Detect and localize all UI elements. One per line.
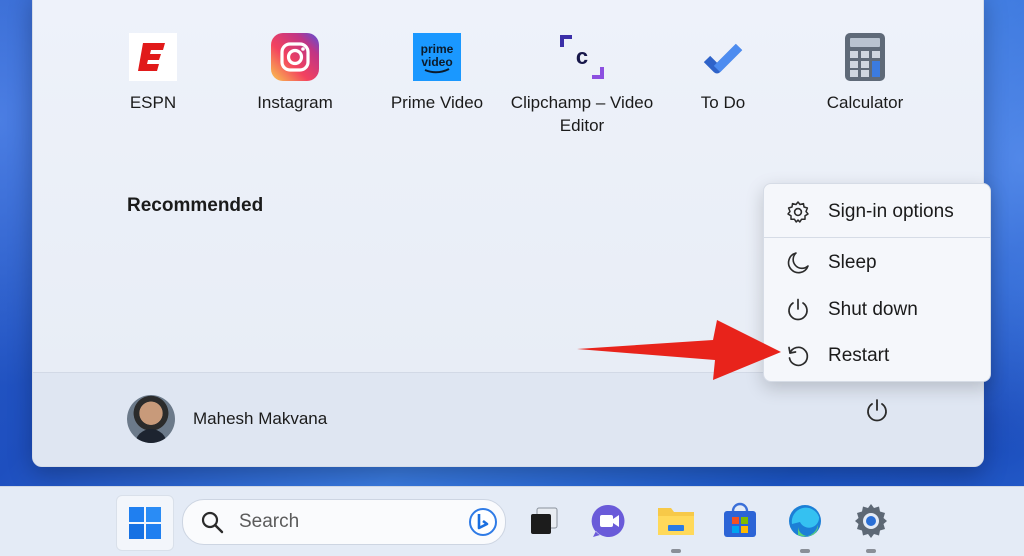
- settings-icon: [855, 504, 887, 538]
- pinned-app-espn[interactable]: ESPN: [83, 33, 223, 114]
- meet-icon: [591, 504, 625, 537]
- gear-icon: [784, 198, 812, 226]
- clipchamp-icon: c: [558, 33, 606, 81]
- running-indicator: [671, 549, 681, 553]
- power-options-menu: Sign-in options Sleep Shut down Restart: [763, 183, 991, 382]
- menu-item-label: Restart: [828, 345, 890, 366]
- prime-video-icon-text-2: video: [421, 55, 452, 69]
- restart-menu-item[interactable]: Restart: [764, 334, 990, 378]
- windows-icon: [129, 507, 161, 539]
- espn-icon: [129, 33, 177, 81]
- menu-item-label: Sleep: [828, 252, 877, 273]
- instagram-icon: [271, 33, 319, 81]
- user-account-button[interactable]: Mahesh Makvana: [127, 395, 327, 443]
- store-button[interactable]: [716, 497, 764, 545]
- pinned-app-instagram[interactable]: Instagram: [225, 33, 365, 114]
- settings-button[interactable]: [847, 497, 895, 553]
- restart-icon: [784, 342, 812, 370]
- meet-button[interactable]: [585, 497, 633, 545]
- sign-in-options-menu-item[interactable]: Sign-in options: [764, 190, 990, 234]
- prime-video-icon: prime video: [413, 33, 461, 81]
- search-input[interactable]: [237, 510, 451, 534]
- pinned-app-calculator[interactable]: Calculator: [795, 33, 935, 114]
- running-indicator: [800, 549, 810, 553]
- power-icon: [867, 399, 887, 422]
- task-view-icon: [531, 507, 558, 534]
- running-indicator: [866, 549, 876, 553]
- store-icon: [724, 502, 756, 537]
- pinned-app-prime-video[interactable]: prime video Prime Video: [367, 33, 507, 114]
- taskbar: [0, 486, 1024, 556]
- calculator-icon: [841, 33, 889, 81]
- moon-icon: [784, 249, 812, 277]
- sleep-menu-item[interactable]: Sleep: [764, 241, 990, 285]
- avatar: [127, 395, 175, 443]
- app-label: ESPN: [129, 93, 177, 112]
- app-label: Prime Video: [390, 93, 484, 112]
- edge-button[interactable]: [781, 497, 829, 553]
- app-label: Clipchamp – Video Editor: [510, 93, 654, 135]
- edge-icon: [789, 505, 821, 537]
- prime-video-icon-text: prime: [421, 42, 454, 56]
- red-arrow-annotation: [575, 318, 785, 387]
- folder-icon: [658, 508, 694, 535]
- clipchamp-icon-text: c: [576, 44, 588, 69]
- menu-divider: [764, 237, 990, 238]
- file-explorer-button[interactable]: [652, 497, 700, 553]
- pinned-app-clipchamp[interactable]: c Clipchamp – Video Editor: [509, 33, 655, 137]
- app-label: To Do: [700, 93, 746, 112]
- pinned-app-todo[interactable]: To Do: [653, 33, 793, 114]
- power-button[interactable]: [861, 395, 893, 427]
- recommended-heading: Recommended: [127, 195, 264, 216]
- menu-item-label: Shut down: [828, 299, 918, 320]
- user-name: Mahesh Makvana: [193, 409, 328, 428]
- search-icon: [199, 509, 225, 535]
- app-label: Instagram: [257, 93, 333, 112]
- bing-icon[interactable]: [467, 506, 499, 538]
- taskbar-search-box[interactable]: [182, 499, 506, 545]
- shut-down-menu-item[interactable]: Shut down: [764, 288, 990, 332]
- task-view-button[interactable]: [520, 497, 568, 545]
- power-icon: [784, 296, 812, 324]
- todo-icon: [699, 33, 747, 81]
- menu-item-label: Sign-in options: [828, 201, 954, 222]
- app-label: Calculator: [826, 93, 904, 112]
- start-button[interactable]: [116, 495, 174, 551]
